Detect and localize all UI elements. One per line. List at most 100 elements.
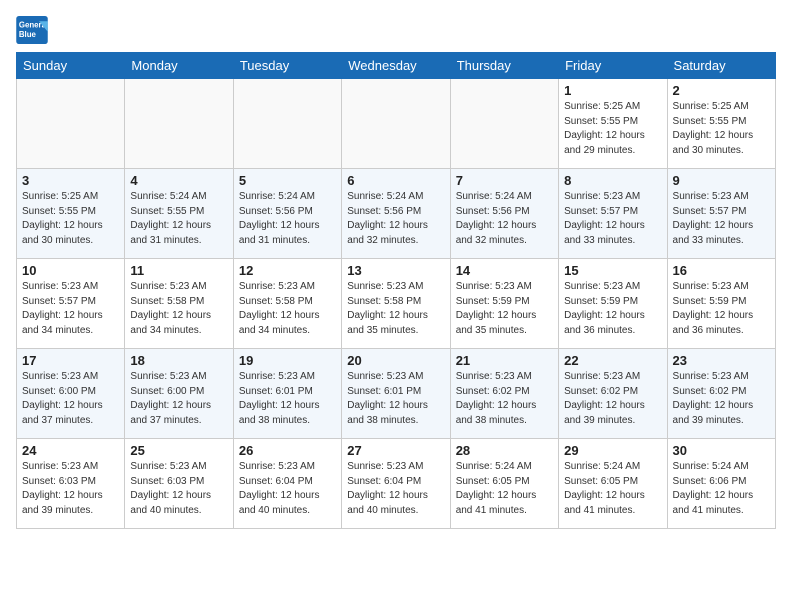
- day-info: Sunrise: 5:23 AM Sunset: 6:00 PM Dayligh…: [22, 370, 119, 428]
- calendar-week-row: 24 Sunrise: 5:23 AM Sunset: 6:03 PM Dayli…: [17, 439, 776, 529]
- day-number: 12: [239, 263, 336, 278]
- calendar-week-row: 17Sunrise: 5:23 AM Sunset: 6:00 PM Dayli…: [17, 349, 776, 439]
- page-header: General Blue: [16, 16, 776, 44]
- day-number: 10: [22, 263, 119, 278]
- day-info: Sunrise: 5:23 AM Sunset: 5:57 PM Dayligh…: [564, 190, 661, 248]
- calendar-cell: 3 Sunrise: 5:25 AM Sunset: 5:55 PM Daylig…: [17, 169, 125, 259]
- day-number: 27: [347, 443, 444, 458]
- calendar-table: SundayMondayTuesdayWednesdayThursdayFrid…: [16, 52, 776, 529]
- day-info: Sunrise: 5:24 AM Sunset: 5:56 PM Dayligh…: [239, 190, 336, 248]
- calendar-cell: [450, 79, 558, 169]
- day-number: 8: [564, 173, 661, 188]
- day-info: Sunrise: 5:23 AM Sunset: 5:57 PM Dayligh…: [22, 280, 119, 338]
- logo-icon: General Blue: [16, 16, 48, 44]
- calendar-cell: 21 Sunrise: 5:23 AM Sunset: 6:02 PM Dayli…: [450, 349, 558, 439]
- calendar-cell: 15 Sunrise: 5:23 AM Sunset: 5:59 PM Dayli…: [559, 259, 667, 349]
- calendar-week-row: 10 Sunrise: 5:23 AM Sunset: 5:57 PM Dayli…: [17, 259, 776, 349]
- day-info: Sunrise: 5:24 AM Sunset: 5:56 PM Dayligh…: [347, 190, 444, 248]
- day-number: 13: [347, 263, 444, 278]
- calendar-cell: 5Sunrise: 5:24 AM Sunset: 5:56 PM Daylig…: [233, 169, 341, 259]
- calendar-cell: 12 Sunrise: 5:23 AM Sunset: 5:58 PM Dayli…: [233, 259, 341, 349]
- calendar-cell: 19 Sunrise: 5:23 AM Sunset: 6:01 PM Dayli…: [233, 349, 341, 439]
- weekday-header-wednesday: Wednesday: [342, 53, 450, 79]
- day-number: 21: [456, 353, 553, 368]
- calendar-cell: 4 Sunrise: 5:24 AM Sunset: 5:55 PM Daylig…: [125, 169, 233, 259]
- calendar-cell: 2Sunrise: 5:25 AM Sunset: 5:55 PM Daylig…: [667, 79, 775, 169]
- calendar-cell: [233, 79, 341, 169]
- calendar-cell: 28 Sunrise: 5:24 AM Sunset: 6:05 PM Dayli…: [450, 439, 558, 529]
- day-number: 9: [673, 173, 770, 188]
- logo: General Blue: [16, 16, 48, 44]
- day-number: 20: [347, 353, 444, 368]
- day-info: Sunrise: 5:23 AM Sunset: 5:59 PM Dayligh…: [456, 280, 553, 338]
- weekday-header-saturday: Saturday: [667, 53, 775, 79]
- calendar-cell: [125, 79, 233, 169]
- day-info: Sunrise: 5:23 AM Sunset: 5:58 PM Dayligh…: [130, 280, 227, 338]
- svg-text:Blue: Blue: [19, 30, 37, 39]
- calendar-cell: 16 Sunrise: 5:23 AM Sunset: 5:59 PM Dayli…: [667, 259, 775, 349]
- day-info: Sunrise: 5:23 AM Sunset: 6:02 PM Dayligh…: [564, 370, 661, 428]
- calendar-cell: [17, 79, 125, 169]
- day-info: Sunrise: 5:23 AM Sunset: 6:01 PM Dayligh…: [347, 370, 444, 428]
- calendar-cell: 24 Sunrise: 5:23 AM Sunset: 6:03 PM Dayli…: [17, 439, 125, 529]
- calendar-cell: 18 Sunrise: 5:23 AM Sunset: 6:00 PM Dayli…: [125, 349, 233, 439]
- calendar-cell: [342, 79, 450, 169]
- day-info: Sunrise: 5:23 AM Sunset: 5:59 PM Dayligh…: [564, 280, 661, 338]
- day-info: Sunrise: 5:23 AM Sunset: 5:58 PM Dayligh…: [347, 280, 444, 338]
- day-info: Sunrise: 5:23 AM Sunset: 6:04 PM Dayligh…: [347, 460, 444, 518]
- day-info: Sunrise: 5:24 AM Sunset: 5:55 PM Dayligh…: [130, 190, 227, 248]
- day-number: 23: [673, 353, 770, 368]
- day-info: Sunrise: 5:24 AM Sunset: 6:05 PM Dayligh…: [564, 460, 661, 518]
- day-number: 14: [456, 263, 553, 278]
- day-number: 4: [130, 173, 227, 188]
- day-info: Sunrise: 5:23 AM Sunset: 5:58 PM Dayligh…: [239, 280, 336, 338]
- day-number: 19: [239, 353, 336, 368]
- day-info: Sunrise: 5:23 AM Sunset: 5:59 PM Dayligh…: [673, 280, 770, 338]
- day-info: Sunrise: 5:23 AM Sunset: 6:04 PM Dayligh…: [239, 460, 336, 518]
- calendar-cell: 14 Sunrise: 5:23 AM Sunset: 5:59 PM Dayli…: [450, 259, 558, 349]
- day-number: 16: [673, 263, 770, 278]
- day-info: Sunrise: 5:23 AM Sunset: 6:01 PM Dayligh…: [239, 370, 336, 428]
- day-info: Sunrise: 5:24 AM Sunset: 6:05 PM Dayligh…: [456, 460, 553, 518]
- day-number: 25: [130, 443, 227, 458]
- calendar-week-row: 1 Sunrise: 5:25 AM Sunset: 5:55 PM Daylig…: [17, 79, 776, 169]
- day-number: 28: [456, 443, 553, 458]
- day-number: 24: [22, 443, 119, 458]
- day-info: Sunrise: 5:25 AM Sunset: 5:55 PM Dayligh…: [564, 100, 661, 158]
- day-number: 6: [347, 173, 444, 188]
- day-number: 29: [564, 443, 661, 458]
- calendar-cell: 20 Sunrise: 5:23 AM Sunset: 6:01 PM Dayli…: [342, 349, 450, 439]
- calendar-cell: 22 Sunrise: 5:23 AM Sunset: 6:02 PM Dayli…: [559, 349, 667, 439]
- calendar-cell: 7 Sunrise: 5:24 AM Sunset: 5:56 PM Daylig…: [450, 169, 558, 259]
- day-info: Sunrise: 5:23 AM Sunset: 6:03 PM Dayligh…: [22, 460, 119, 518]
- day-number: 15: [564, 263, 661, 278]
- calendar-cell: 1 Sunrise: 5:25 AM Sunset: 5:55 PM Daylig…: [559, 79, 667, 169]
- day-number: 3: [22, 173, 119, 188]
- day-number: 22: [564, 353, 661, 368]
- day-info: Sunrise: 5:23 AM Sunset: 6:03 PM Dayligh…: [130, 460, 227, 518]
- calendar-cell: 25 Sunrise: 5:23 AM Sunset: 6:03 PM Dayli…: [125, 439, 233, 529]
- day-number: 18: [130, 353, 227, 368]
- weekday-header-sunday: Sunday: [17, 53, 125, 79]
- calendar-cell: 26Sunrise: 5:23 AM Sunset: 6:04 PM Dayli…: [233, 439, 341, 529]
- day-number: 1: [564, 83, 661, 98]
- calendar-cell: 9 Sunrise: 5:23 AM Sunset: 5:57 PM Daylig…: [667, 169, 775, 259]
- day-info: Sunrise: 5:23 AM Sunset: 6:02 PM Dayligh…: [456, 370, 553, 428]
- calendar-cell: 17Sunrise: 5:23 AM Sunset: 6:00 PM Dayli…: [17, 349, 125, 439]
- weekday-header-thursday: Thursday: [450, 53, 558, 79]
- calendar-cell: 10 Sunrise: 5:23 AM Sunset: 5:57 PM Dayli…: [17, 259, 125, 349]
- day-info: Sunrise: 5:23 AM Sunset: 6:00 PM Dayligh…: [130, 370, 227, 428]
- day-number: 7: [456, 173, 553, 188]
- day-info: Sunrise: 5:24 AM Sunset: 6:06 PM Dayligh…: [673, 460, 770, 518]
- day-info: Sunrise: 5:23 AM Sunset: 5:57 PM Dayligh…: [673, 190, 770, 248]
- day-number: 30: [673, 443, 770, 458]
- weekday-header-monday: Monday: [125, 53, 233, 79]
- calendar-cell: 29 Sunrise: 5:24 AM Sunset: 6:05 PM Dayli…: [559, 439, 667, 529]
- calendar-cell: 6 Sunrise: 5:24 AM Sunset: 5:56 PM Daylig…: [342, 169, 450, 259]
- day-info: Sunrise: 5:25 AM Sunset: 5:55 PM Dayligh…: [22, 190, 119, 248]
- day-info: Sunrise: 5:23 AM Sunset: 6:02 PM Dayligh…: [673, 370, 770, 428]
- calendar-cell: 11Sunrise: 5:23 AM Sunset: 5:58 PM Dayli…: [125, 259, 233, 349]
- day-info: Sunrise: 5:24 AM Sunset: 5:56 PM Dayligh…: [456, 190, 553, 248]
- calendar-cell: 13 Sunrise: 5:23 AM Sunset: 5:58 PM Dayli…: [342, 259, 450, 349]
- calendar-cell: 8 Sunrise: 5:23 AM Sunset: 5:57 PM Daylig…: [559, 169, 667, 259]
